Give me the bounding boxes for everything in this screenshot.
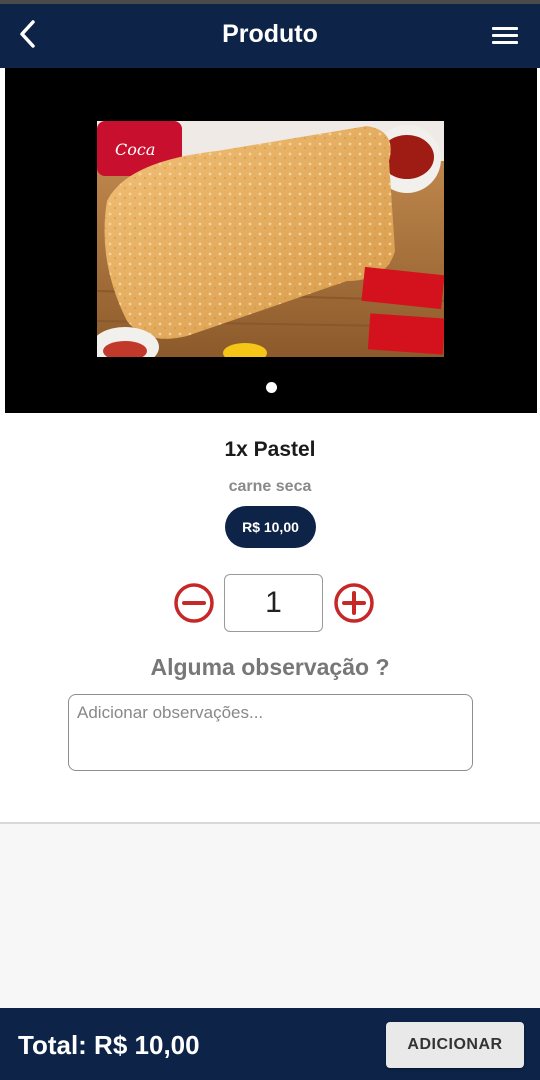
hamburger-menu-icon <box>492 27 518 44</box>
observation-input[interactable] <box>68 694 473 771</box>
top-app-bar: Produto <box>0 0 540 68</box>
product-image: Coca <box>97 121 444 357</box>
bottom-bar: Total: R$ 10,00 ADICIONAR <box>0 1008 540 1080</box>
menu-button[interactable] <box>490 22 520 50</box>
decrease-quantity-button[interactable] <box>173 582 215 624</box>
product-description: carne seca <box>228 478 312 495</box>
chevron-left-icon <box>20 20 35 48</box>
minus-circle-icon <box>174 583 214 623</box>
can-logo-text: Coca <box>115 140 155 159</box>
page-title: Produto <box>222 20 318 48</box>
image-carousel[interactable]: Coca <box>5 68 537 413</box>
carousel-dot-indicator[interactable] <box>266 382 277 393</box>
price-badge: R$ 10,00 <box>225 506 316 548</box>
product-name: 1x Pastel <box>224 438 316 461</box>
product-content: Coca 1x Pastel carne seca R$ 10,00 1 Alg… <box>0 68 540 824</box>
order-total: Total: R$ 10,00 <box>18 1030 200 1060</box>
back-button[interactable] <box>10 14 46 54</box>
add-to-cart-button[interactable]: ADICIONAR <box>386 1022 524 1068</box>
observation-title: Alguma observação ? <box>150 654 390 680</box>
plus-circle-icon <box>334 583 374 623</box>
quantity-value[interactable]: 1 <box>224 574 323 632</box>
increase-quantity-button[interactable] <box>333 582 375 624</box>
